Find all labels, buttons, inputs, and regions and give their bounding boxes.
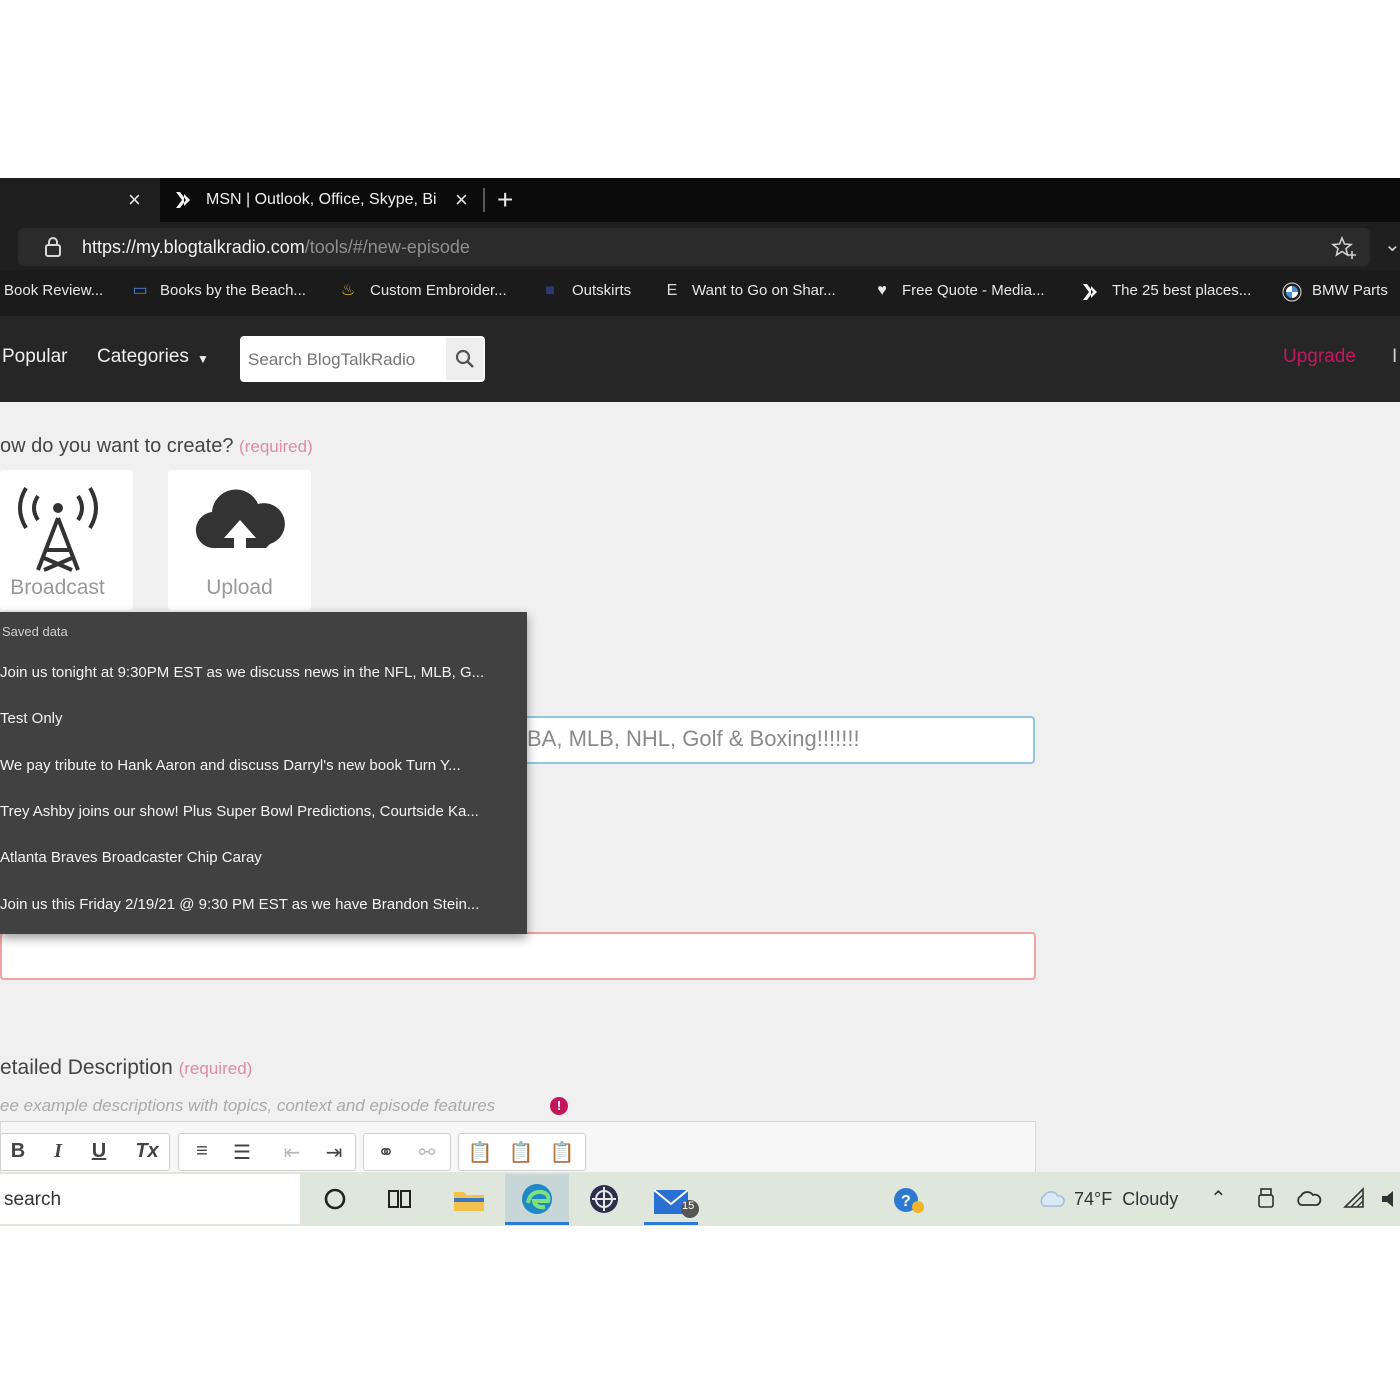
edge-browser-icon[interactable] [518, 1181, 556, 1217]
nav-categories[interactable]: Categories [97, 346, 189, 368]
required-label: (required) [178, 1059, 253, 1078]
favorite-item[interactable]: The 25 best places... [1112, 282, 1251, 299]
paste-icon[interactable]: 📋 [466, 1140, 494, 1165]
autofill-item[interactable]: Atlanta Braves Broadcaster Chip Caray [0, 849, 515, 866]
detailed-description-text: etailed Description [0, 1056, 173, 1079]
autofill-item[interactable]: We pay tribute to Hank Aaron and discuss… [0, 757, 515, 774]
autofill-item[interactable]: Test Only [0, 710, 515, 727]
numbered-list-icon[interactable]: ≡ [188, 1140, 216, 1163]
mail-badge: 15 [682, 1200, 695, 1212]
bold-button[interactable]: B [4, 1140, 32, 1163]
unlink-icon[interactable]: ⚯ [413, 1140, 441, 1165]
site-favicon-icon: ♥ [877, 282, 887, 299]
taskbar-search-text: search [4, 1189, 62, 1210]
autofill-item[interactable]: Join us this Friday 2/19/21 @ 9:30 PM ES… [0, 896, 515, 913]
bookmark-icon: ▭ [132, 282, 148, 299]
lock-icon[interactable] [42, 236, 64, 258]
mail-running-indicator [644, 1222, 698, 1225]
chevron-down-icon[interactable]: ⌄ [1384, 232, 1400, 257]
detailed-description-label: etailed Description (required) [0, 1056, 252, 1080]
task-view-icon[interactable] [386, 1186, 414, 1212]
site-favicon-icon: E [666, 282, 678, 299]
autofill-header: Saved data [2, 624, 68, 639]
required-label: (required) [239, 437, 313, 456]
create-question-label: ow do you want to create? (required) [0, 435, 313, 458]
weather-cloud-icon[interactable] [1036, 1188, 1066, 1210]
tab-title: MSN | Outlook, Office, Skype, Bi [206, 191, 437, 208]
msn-logo-icon [176, 192, 190, 208]
autofill-item[interactable]: Join us tonight at 9:30PM EST as we disc… [0, 664, 515, 681]
broadcast-tower-icon [18, 486, 98, 572]
remove-format-button[interactable]: Tx [133, 1140, 161, 1163]
file-explorer-icon[interactable] [452, 1184, 486, 1214]
app-globe-icon[interactable] [586, 1181, 622, 1217]
favorite-star-icon[interactable] [1330, 235, 1358, 261]
cortana-icon[interactable] [322, 1186, 348, 1212]
new-tab-button[interactable]: + [497, 178, 513, 222]
url-path: /tools/#/new-episode [304, 237, 470, 257]
volume-icon[interactable] [1380, 1187, 1400, 1211]
search-icon [455, 349, 474, 368]
favorite-item[interactable]: Custom Embroider... [370, 282, 507, 299]
autofill-item[interactable]: Trey Ashby joins our show! Plus Super Bo… [0, 803, 515, 820]
caret-down-icon[interactable]: ▼ [197, 352, 209, 366]
short-description-field[interactable] [0, 932, 1036, 980]
episode-title-value: BA, MLB, NHL, Golf & Boxing!!!!!!! [527, 726, 860, 751]
weather-text[interactable]: 74°F Cloudy [1074, 1189, 1178, 1210]
favorite-item[interactable]: Want to Go on Shar... [692, 282, 836, 299]
italic-button[interactable]: I [44, 1140, 72, 1163]
mail-icon[interactable] [652, 1182, 704, 1220]
favorite-item[interactable]: Outskirts [572, 282, 631, 299]
upload-label: Upload [206, 576, 273, 599]
tab-separator [483, 188, 485, 212]
indent-icon[interactable]: ⇥ [320, 1140, 348, 1165]
tab-close-icon[interactable]: × [128, 178, 141, 222]
favorite-item[interactable]: BMW Parts [1312, 282, 1400, 299]
bmw-logo-icon [1282, 282, 1302, 302]
msn-logo-icon [1083, 284, 1097, 300]
url-domain: https://my.blogtalkradio.com [82, 237, 305, 257]
nav-popular[interactable]: Popular [2, 346, 68, 368]
onedrive-icon[interactable] [1294, 1189, 1324, 1209]
network-icon[interactable] [1342, 1186, 1366, 1210]
site-favicon-icon: ■ [545, 282, 555, 299]
paste-text-icon[interactable]: 📋 [507, 1140, 535, 1165]
underline-button[interactable]: U [85, 1140, 113, 1163]
create-question-text: ow do you want to create? [0, 435, 234, 457]
site-favicon-icon: ♨ [340, 282, 356, 299]
favorite-item[interactable]: Book Review... [4, 282, 103, 299]
favorite-item[interactable]: Books by the Beach... [160, 282, 306, 299]
cloud-upload-icon [195, 489, 285, 556]
outdent-icon[interactable]: ⇤ [278, 1140, 306, 1165]
upgrade-link[interactable]: Upgrade [1283, 346, 1356, 368]
usb-device-icon[interactable] [1254, 1186, 1278, 1212]
tab-close-icon[interactable]: × [455, 178, 468, 222]
url-text[interactable]: https://my.blogtalkradio.com/tools/#/new… [82, 237, 470, 258]
link-icon[interactable]: ⚭ [372, 1140, 400, 1165]
bulleted-list-icon[interactable]: ☰ [228, 1140, 256, 1165]
edge-running-indicator [505, 1222, 569, 1225]
nav-truncated-link[interactable]: I [1392, 346, 1397, 368]
description-hint: ee example descriptions with topics, con… [0, 1096, 496, 1115]
info-icon[interactable]: ! [550, 1097, 568, 1115]
paste-word-icon[interactable]: 📋 [548, 1140, 576, 1165]
svg-text:?: ? [901, 1193, 911, 1210]
help-icon[interactable]: ? [892, 1185, 926, 1217]
search-input[interactable] [246, 342, 446, 378]
broadcast-label: Broadcast [10, 576, 105, 599]
site-navbar [0, 316, 1400, 402]
chevron-up-icon[interactable]: ⌃ [1210, 1186, 1227, 1211]
favorite-item[interactable]: Free Quote - Media... [902, 282, 1045, 299]
